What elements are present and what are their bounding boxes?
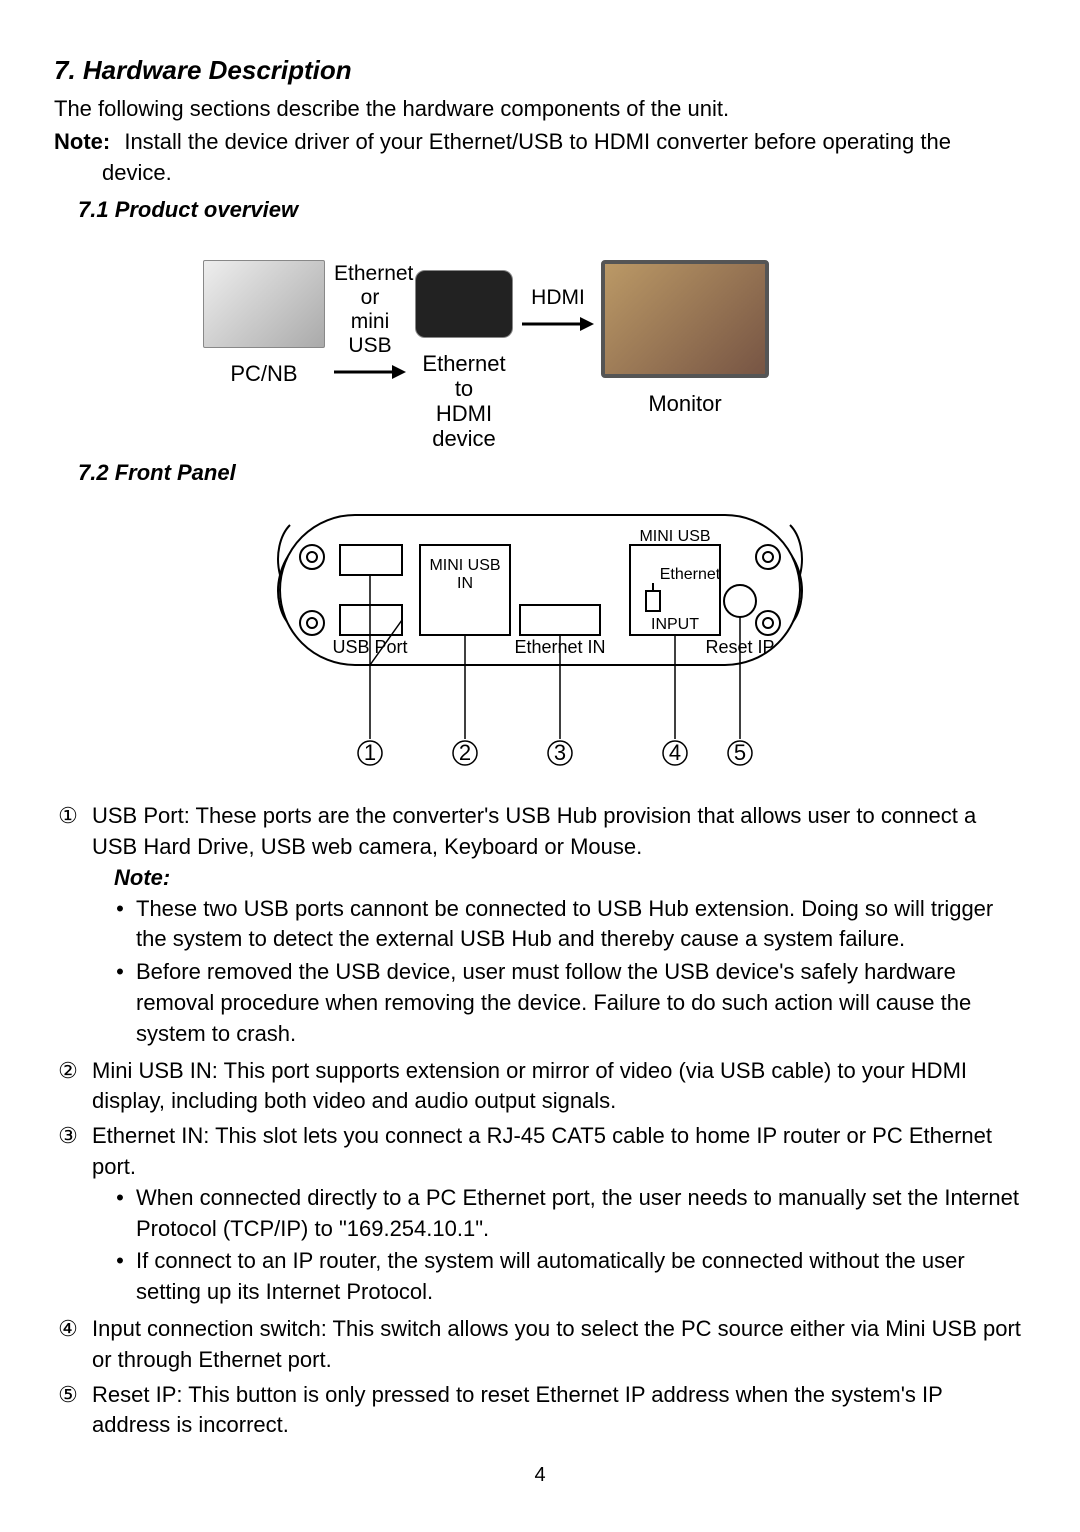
svg-text:4: 4 xyxy=(669,740,681,765)
list-item: ⑤ Reset IP: This button is only pressed … xyxy=(54,1380,1026,1442)
device-label-2: HDMI device xyxy=(432,401,496,451)
device-label-1: Ethernet to xyxy=(422,351,505,401)
intro-text: The following sections describe the hard… xyxy=(54,94,1026,125)
converter-device-icon xyxy=(415,270,513,338)
bullet-text: These two USB ports cannont be connected… xyxy=(136,894,1026,956)
arrow1-text-top: Ethernet or xyxy=(334,262,413,309)
bullet-text: If connect to an IP router, the system w… xyxy=(136,1246,1026,1308)
item-number: ⑤ xyxy=(54,1380,82,1442)
ethernet-label: Ethernet xyxy=(660,566,721,583)
bullet-list: •These two USB ports cannont be connecte… xyxy=(112,894,1026,1050)
pc-label: PC/NB xyxy=(200,361,328,386)
bullet-text: When connected directly to a PC Ethernet… xyxy=(136,1183,1026,1245)
item-number: ① xyxy=(54,801,82,1051)
note-label: Note: xyxy=(54,129,118,154)
bullet-icon: • xyxy=(112,894,128,956)
bullet-text: Before removed the USB device, user must… xyxy=(136,957,1026,1049)
item-number: ③ xyxy=(54,1121,82,1310)
item-text: Mini USB IN: This port supports extensio… xyxy=(92,1058,967,1114)
monitor-icon xyxy=(601,260,769,378)
svg-text:5: 5 xyxy=(734,740,746,765)
svg-text:3: 3 xyxy=(554,740,566,765)
sub-71-title: 7.1 Product overview xyxy=(78,195,1026,226)
list-item: ① USB Port: These ports are the converte… xyxy=(54,801,1026,1051)
item-number: ② xyxy=(54,1056,82,1118)
list-item: ② Mini USB IN: This port supports extens… xyxy=(54,1056,1026,1118)
item-number: ④ xyxy=(54,1314,82,1376)
bullet-list: •When connected directly to a PC Etherne… xyxy=(112,1183,1026,1308)
laptop-icon xyxy=(203,260,325,348)
arrow-icon: Ethernet or mini USB xyxy=(334,262,406,383)
list-item: ③ Ethernet IN: This slot lets you connec… xyxy=(54,1121,1026,1310)
install-note: Note: Install the device driver of your … xyxy=(102,127,1026,189)
bullet-icon: • xyxy=(112,1246,128,1308)
mini-usb-top-label: MINI USB xyxy=(639,528,710,545)
bullet-icon: • xyxy=(112,1183,128,1245)
arrow2-text: HDMI xyxy=(531,286,585,309)
product-overview-diagram: PC/NB Ethernet or mini USB Ethernet to H… xyxy=(200,232,880,452)
item-text: USB Port: These ports are the converter'… xyxy=(92,803,976,859)
sub-72-title: 7.2 Front Panel xyxy=(78,458,1026,489)
front-panel-diagram: MINI USBIN MINI USB Ethernet INPUT USB P… xyxy=(54,495,1026,784)
front-panel-item-list: ① USB Port: These ports are the converte… xyxy=(54,801,1026,1441)
svg-text:1: 1 xyxy=(364,740,376,765)
list-item: ④ Input connection switch: This switch a… xyxy=(54,1314,1026,1376)
page-number: 4 xyxy=(54,1461,1026,1489)
document-page: 7. Hardware Description The following se… xyxy=(0,0,1080,1529)
input-label: INPUT xyxy=(651,616,699,633)
section-title: 7. Hardware Description xyxy=(54,52,1026,88)
item-text: Reset IP: This button is only pressed to… xyxy=(92,1382,942,1438)
nested-note-label: Note: xyxy=(114,863,1026,894)
item-text: Input connection switch: This switch all… xyxy=(92,1316,1021,1372)
monitor-label: Monitor xyxy=(600,391,770,416)
item-text: Ethernet IN: This slot lets you connect … xyxy=(92,1123,992,1179)
arrow1-text-bot: mini USB xyxy=(348,310,391,357)
note-text: Install the device driver of your Ethern… xyxy=(102,129,951,185)
svg-text:2: 2 xyxy=(459,740,471,765)
arrow-icon: HDMI xyxy=(522,262,594,334)
bullet-icon: • xyxy=(112,957,128,1049)
